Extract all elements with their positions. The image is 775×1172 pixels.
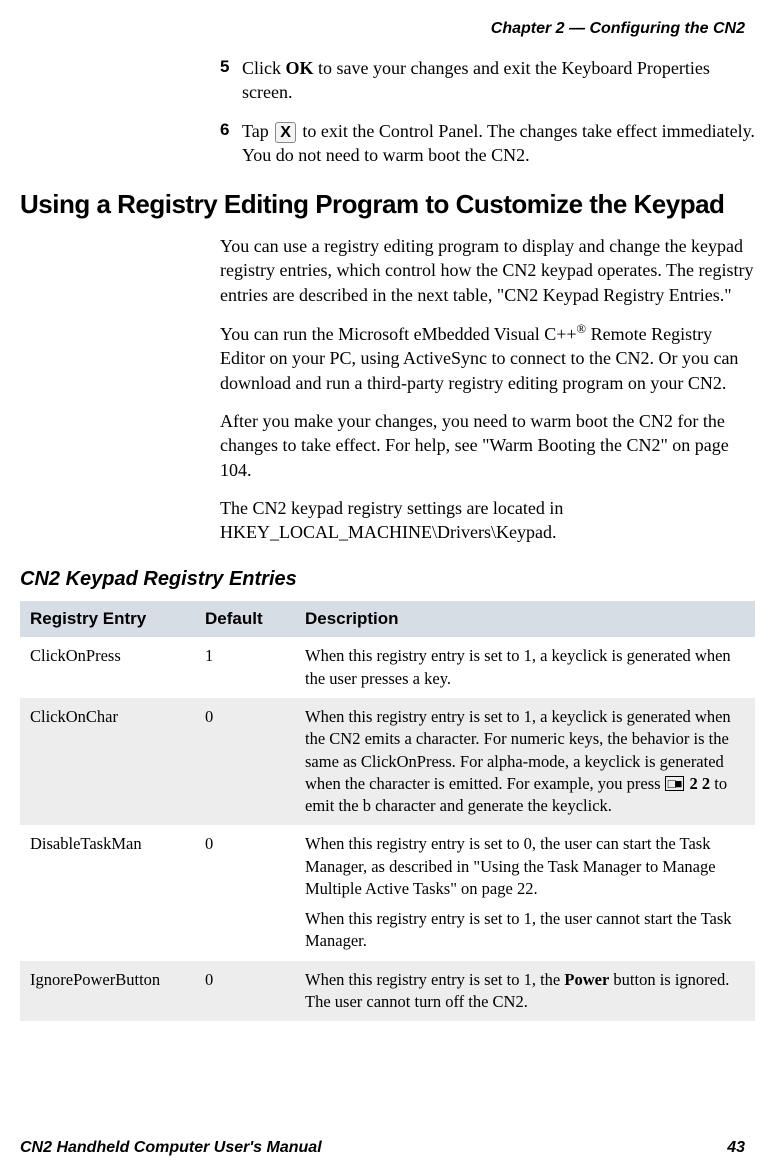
table-header-row: Registry Entry Default Description [20, 601, 755, 637]
section-body: You can use a registry editing program t… [20, 234, 755, 544]
cell-default: 0 [195, 961, 295, 1022]
footer-manual-title: CN2 Handheld Computer User's Manual [20, 1139, 322, 1157]
step-number: 6 [220, 119, 242, 168]
footer-page-number: 43 [727, 1139, 745, 1157]
col-header-entry: Registry Entry [20, 601, 195, 637]
close-icon: X [275, 122, 296, 143]
body-paragraph: You can use a registry editing program t… [220, 234, 755, 307]
table-body: ClickOnPress1When this registry entry is… [20, 637, 755, 1021]
cell-default: 1 [195, 637, 295, 698]
body-paragraph: You can run the Microsoft eMbedded Visua… [220, 321, 755, 395]
cell-registry-entry: ClickOnChar [20, 698, 195, 825]
step-number: 5 [220, 56, 242, 105]
table-row: IgnorePowerButton0When this registry ent… [20, 961, 755, 1022]
section-heading: Using a Registry Editing Program to Cust… [20, 189, 755, 220]
step-text: Click OK to save your changes and exit t… [242, 56, 755, 105]
cell-registry-entry: IgnorePowerButton [20, 961, 195, 1022]
cell-description: When this registry entry is set to 1, a … [295, 637, 755, 698]
cell-default: 0 [195, 825, 295, 960]
table-row: DisableTaskMan0When this registry entry … [20, 825, 755, 960]
cell-registry-entry: ClickOnPress [20, 637, 195, 698]
chapter-header: Chapter 2 — Configuring the CN2 [20, 20, 755, 38]
cell-description: When this registry entry is set to 1, th… [295, 961, 755, 1022]
col-header-default: Default [195, 601, 295, 637]
step-item: 6Tap X to exit the Control Panel. The ch… [220, 119, 755, 168]
table-row: ClickOnChar0When this registry entry is … [20, 698, 755, 825]
step-text: Tap X to exit the Control Panel. The cha… [242, 119, 755, 168]
body-paragraph: The CN2 keypad registry settings are loc… [220, 496, 755, 545]
keypad-mode-icon: □■ [665, 776, 685, 791]
body-paragraph: After you make your changes, you need to… [220, 409, 755, 482]
step-item: 5Click OK to save your changes and exit … [220, 56, 755, 105]
table-row: ClickOnPress1When this registry entry is… [20, 637, 755, 698]
cell-description: When this registry entry is set to 0, th… [295, 825, 755, 960]
page-footer: CN2 Handheld Computer User's Manual 43 [20, 1139, 745, 1157]
registry-entries-table: Registry Entry Default Description Click… [20, 601, 755, 1021]
cell-default: 0 [195, 698, 295, 825]
table-title: CN2 Keypad Registry Entries [20, 568, 755, 591]
cell-registry-entry: DisableTaskMan [20, 825, 195, 960]
numbered-steps: 5Click OK to save your changes and exit … [220, 56, 755, 167]
cell-description: When this registry entry is set to 1, a … [295, 698, 755, 825]
col-header-description: Description [295, 601, 755, 637]
